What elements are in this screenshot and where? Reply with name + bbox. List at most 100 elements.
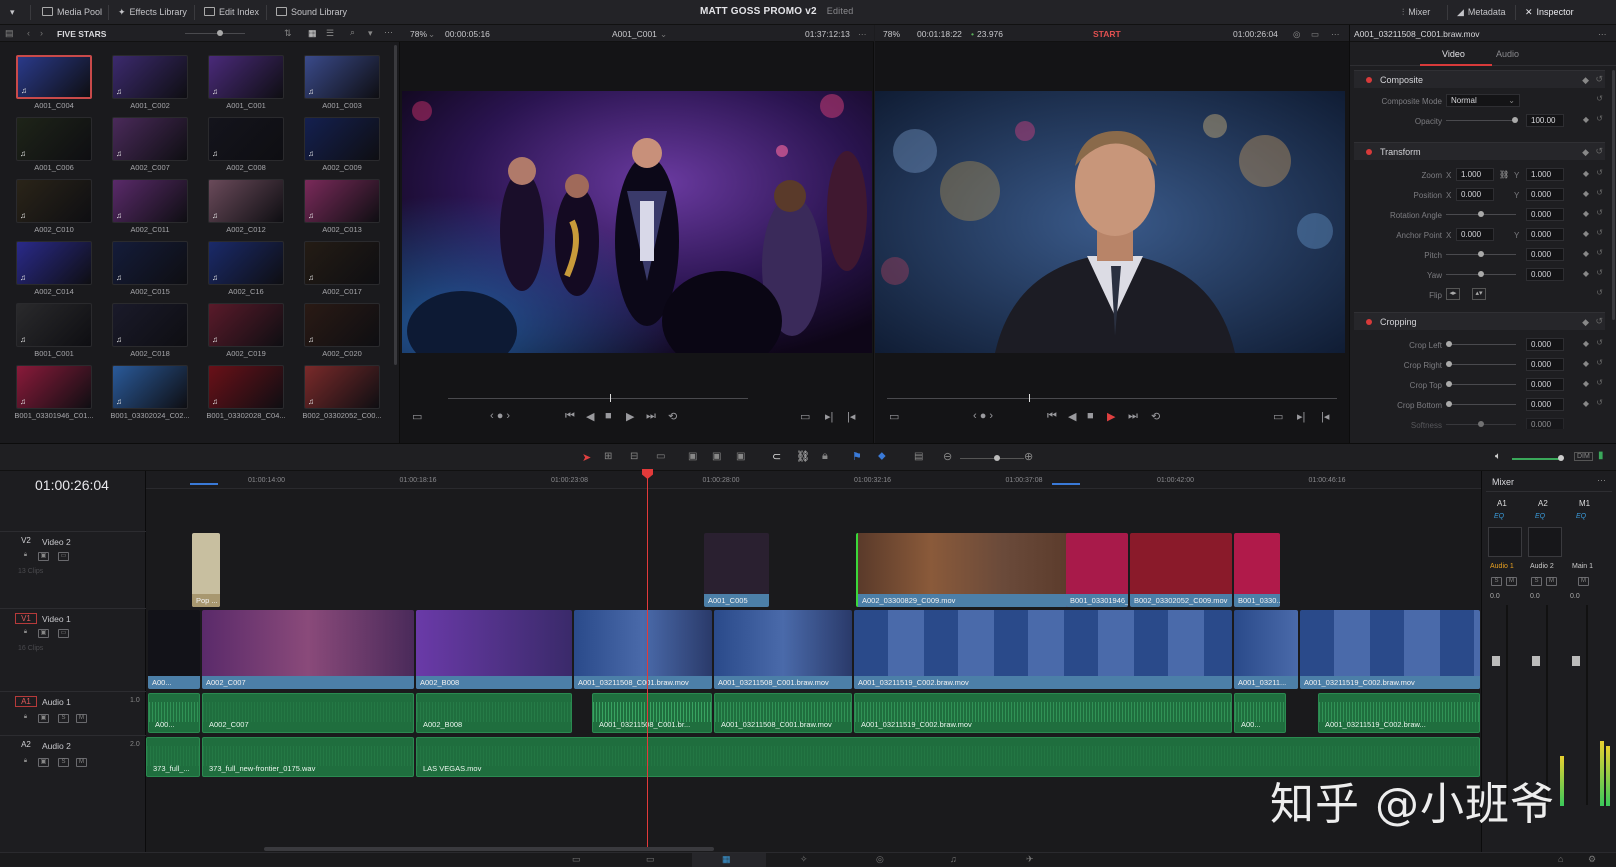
media-pool-clip[interactable]: ♫ B002_03302052_C00... (294, 365, 390, 425)
media-pool-clip[interactable]: ♫ B001_03302028_C04... (198, 365, 294, 425)
crop-bottom-value[interactable]: 0.000 (1526, 398, 1564, 411)
media-pool-clip[interactable]: ♫ A001_C001 (198, 55, 294, 115)
zoom-y-value[interactable]: 1.000 (1526, 168, 1564, 181)
v1-clip[interactable]: A001_03211508_C001.braw.mov (574, 610, 712, 689)
mixer-eq-a2[interactable]: EQ (1535, 513, 1545, 520)
selection-tool-icon[interactable]: ➤ (582, 451, 591, 464)
tl-prev-edit-icon[interactable]: |◂ (1321, 410, 1329, 423)
clip-thumbnail[interactable]: ♫ (208, 117, 284, 161)
tl-jump-end-icon[interactable]: ⏭ (1128, 410, 1138, 423)
source-view-options-icon[interactable]: ▭ (412, 410, 422, 423)
media-pool-clip[interactable]: ♫ A002_C018 (102, 303, 198, 363)
clip-thumbnail[interactable]: ♫ (16, 179, 92, 223)
metadata-button[interactable]: ◢ Metadata (1451, 4, 1511, 21)
linked-selection-icon[interactable]: ⛓ (796, 450, 810, 463)
timeline-zoom-slider[interactable] (960, 455, 1024, 461)
prev-edit-icon[interactable]: |◂ (847, 410, 855, 423)
timeline-view-icon[interactable]: ▤ (914, 451, 923, 462)
v2-clip[interactable]: B001_0330... (1234, 533, 1280, 607)
a1-clip[interactable]: A002_B008 (416, 693, 572, 733)
panel-toggle-icon[interactable]: ▾ (4, 4, 21, 21)
tl-play-icon[interactable]: ▶ (1107, 410, 1115, 423)
cropping-enable-icon[interactable] (1366, 319, 1372, 325)
position-lock-icon[interactable]: 🔒︎ (822, 450, 828, 463)
v1-visibility-icon[interactable]: ▭ (58, 629, 69, 638)
blade-tool-icon[interactable]: ▭ (656, 451, 665, 462)
media-pool-clip[interactable]: ♫ B001_03302024_C02... (102, 365, 198, 425)
list-view-icon[interactable]: ☰ (326, 28, 334, 39)
effects-library-button[interactable]: ✦ Effects Library (112, 4, 193, 21)
clip-thumbnail[interactable]: ♫ (112, 241, 188, 285)
clip-thumbnail[interactable]: ♫ (16, 303, 92, 347)
timeline-scrubber[interactable] (887, 394, 1337, 402)
sort-icon[interactable]: ⇅ (284, 28, 292, 39)
rotation-slider[interactable] (1446, 211, 1516, 217)
mixer-eq-a1[interactable]: EQ (1494, 513, 1504, 520)
clip-thumbnail[interactable]: ♫ (112, 303, 188, 347)
a1-clip[interactable]: A00... (148, 693, 200, 733)
v1-clip[interactable]: A001_03211... (1234, 610, 1298, 689)
v2-clip[interactable]: Pop ... (192, 533, 220, 607)
crop-left-value[interactable]: 0.000 (1526, 338, 1564, 351)
clip-thumbnail[interactable]: ♫ (208, 303, 284, 347)
jump-end-icon[interactable]: ⏭ (646, 410, 656, 423)
search-icon[interactable]: ⌕ (350, 27, 355, 38)
inspector-options-icon[interactable]: ⋯ (1598, 29, 1607, 40)
tl-loop-icon[interactable]: ⟲ (1151, 410, 1160, 423)
flag-icon[interactable]: ⚑ (852, 450, 862, 463)
v2-lock-icon[interactable]: 🔒︎ (20, 552, 31, 561)
timeline-ruler[interactable]: 01:00:14:00 01:00:18:16 01:00:23:08 01:00:2… (146, 471, 1481, 489)
play-icon[interactable]: ▶ (626, 410, 634, 423)
tl-reverse-icon[interactable]: ◀ (1068, 410, 1076, 423)
clip-thumbnail[interactable]: ♫ (16, 241, 92, 285)
mixer-options-icon[interactable]: ⋯ (1597, 475, 1606, 486)
clip-thumbnail[interactable]: ♫ (16, 365, 92, 409)
position-x-value[interactable]: 0.000 (1456, 188, 1494, 201)
track-a2-name[interactable]: Audio 2 (42, 741, 71, 751)
clip-thumbnail[interactable]: ♫ (304, 241, 380, 285)
home-icon[interactable]: ⌂ (1558, 854, 1563, 864)
rotation-value[interactable]: 0.000 (1526, 208, 1564, 221)
v1-clip[interactable]: A001_03211519_C002.braw.mov (854, 610, 1232, 689)
page-edit-icon[interactable]: ▦ (722, 854, 731, 865)
edit-index-button[interactable]: Edit Index (198, 4, 265, 21)
clip-thumbnail[interactable]: ♫ (16, 117, 92, 161)
position-y-value[interactable]: 0.000 (1526, 188, 1564, 201)
a2-mute-button[interactable]: M (76, 758, 87, 767)
source-scrubber[interactable] (448, 394, 748, 402)
track-v1-name[interactable]: Video 1 (42, 614, 71, 624)
crop-bottom-slider[interactable] (1446, 401, 1516, 407)
v1-clip[interactable]: A001_03211508_C001.braw.mov (714, 610, 852, 689)
v2-clip[interactable]: A001_C005 (704, 533, 769, 607)
dim-button[interactable]: DIM (1574, 452, 1593, 461)
trim-tool-icon[interactable]: ⊞ (604, 451, 612, 462)
media-pool-clip[interactable]: ♫ A002_C020 (294, 303, 390, 363)
media-pool-clip[interactable]: ♫ A002_C010 (6, 179, 102, 239)
transform-enable-icon[interactable] (1366, 149, 1372, 155)
fader-a2[interactable] (1532, 656, 1540, 666)
a2-clip[interactable]: 373_full_new-frontier_0175.wav (202, 737, 414, 777)
dropdown-icon[interactable]: ▾ (368, 28, 373, 39)
v2-clip[interactable]: A002_03300829_C009.mov (856, 533, 1076, 607)
loop-icon[interactable]: ⟲ (668, 410, 677, 423)
dynamic-trim-icon[interactable]: ⊟ (630, 451, 638, 462)
track-v1-id[interactable]: V1 (15, 613, 37, 624)
match-frame-icon[interactable]: ▭ (800, 410, 810, 423)
a1-clip[interactable]: A001_03211519_C002.braw.mov (854, 693, 1232, 733)
a1-auto-select-icon[interactable]: ▣ (38, 714, 49, 723)
media-pool-scrollbar[interactable] (394, 45, 397, 365)
pan-a2[interactable] (1528, 527, 1562, 557)
master-volume-slider[interactable] (1512, 455, 1564, 461)
track-v2-id[interactable]: V2 (15, 536, 37, 547)
a1-clip[interactable]: A001_03211508_C001.braw.mov (714, 693, 852, 733)
timeline-marker-name[interactable]: START (1093, 29, 1121, 39)
v1-clip[interactable]: A00... (148, 610, 200, 689)
source-zoom[interactable]: 78% (410, 29, 427, 39)
v1-auto-select-icon[interactable]: ▣ (38, 629, 49, 638)
back-icon[interactable]: ‹ (27, 28, 30, 38)
source-clip-name[interactable]: A001_C001 (612, 29, 657, 39)
pan-a1[interactable] (1488, 527, 1522, 557)
composite-keyframe-icon[interactable]: ◆ (1582, 75, 1589, 86)
media-pool-clip[interactable]: ♫ B001_03301946_C01... (6, 365, 102, 425)
settings-icon[interactable]: ⚙ (1588, 854, 1596, 865)
